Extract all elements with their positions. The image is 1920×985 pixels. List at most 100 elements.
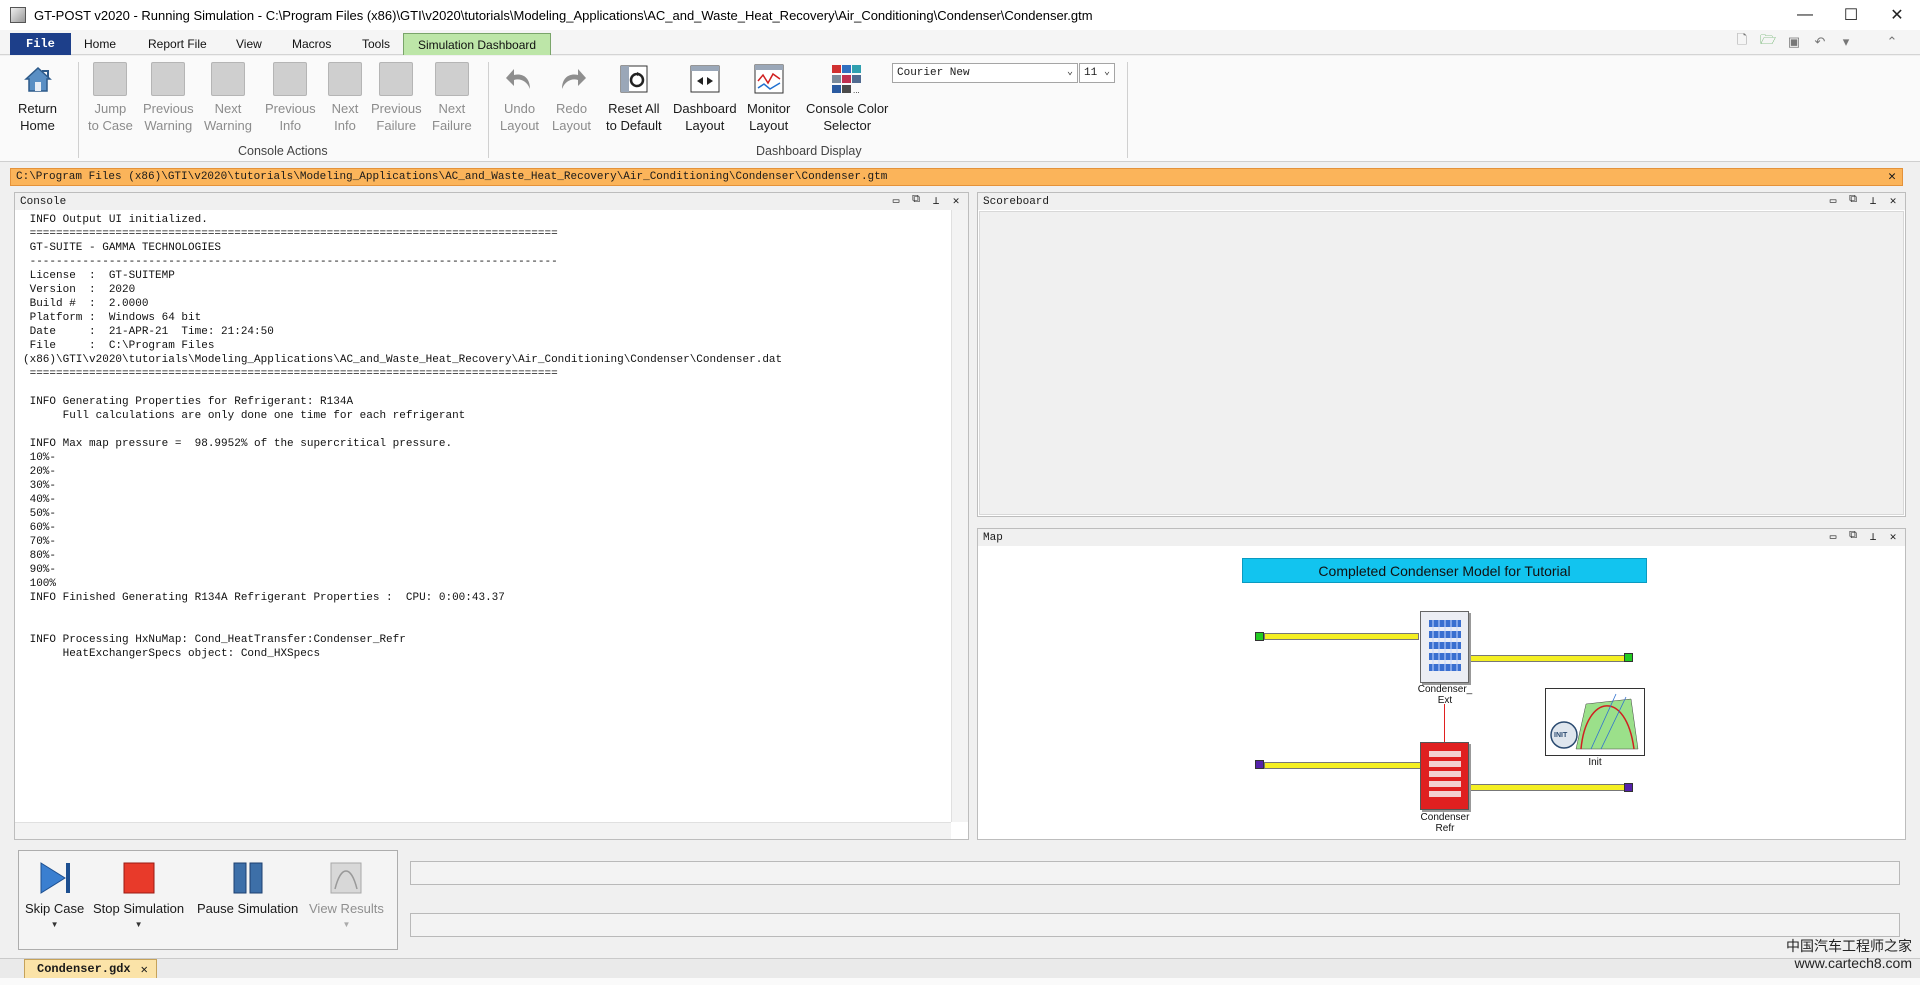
previous-info-label-2: Info [279, 118, 302, 133]
next-warning-button[interactable]: Next Warning [204, 62, 252, 134]
console-line: 60%- [23, 522, 57, 534]
undo-layout-button[interactable]: Undo Layout [500, 62, 539, 134]
ribbon: Return Home Jump to Case Previous Warnin… [0, 56, 1920, 162]
ext-outlet-tag[interactable] [1624, 653, 1633, 662]
minimize-panel-icon[interactable]: ▭ [1827, 530, 1839, 544]
previous-failure-button[interactable]: Previous Failure [371, 62, 422, 134]
refr-inlet-pipe[interactable] [1264, 762, 1422, 769]
console-panel-header: Console ▭ ⧉ ⊥ ✕ [15, 193, 968, 210]
condenser-ext-block[interactable] [1420, 611, 1469, 683]
init-badge-text: INIT [1554, 732, 1568, 739]
close-icon[interactable]: ✕ [141, 962, 148, 977]
font-size-value: 11 [1084, 67, 1098, 79]
pin-icon[interactable]: ⊥ [1867, 530, 1879, 544]
ribbon-tab-bar: File Home Report File View Macros Tools … [0, 30, 1920, 55]
monitor-layout-label-1: Monitor [747, 101, 791, 116]
next-warning-label-2: Warning [204, 118, 252, 133]
previous-info-button[interactable]: Previous Info [265, 62, 316, 134]
next-info-label-2: Info [334, 118, 356, 133]
restore-panel-icon[interactable]: ⧉ [1847, 194, 1859, 208]
chevron-down-icon[interactable]: ▼ [51, 920, 59, 929]
console-color-selector-button[interactable]: ... Console Color Selector [806, 62, 888, 134]
reset-all-to-default-button[interactable]: Reset All to Default [606, 62, 662, 134]
tab-tools[interactable]: Tools [348, 33, 404, 55]
thermal-link [1444, 704, 1445, 742]
horizontal-scrollbar[interactable] [15, 822, 951, 839]
return-home-button[interactable]: Return Home [18, 62, 57, 134]
customize-toolbar-icon[interactable]: ▾ [1838, 34, 1854, 50]
console-line: Build # : 2.0000 [23, 298, 149, 310]
stop-simulation-button[interactable]: Stop Simulation ▼ [93, 861, 184, 929]
refr-inlet-tag[interactable] [1255, 760, 1264, 769]
new-file-icon[interactable]: 🗋 [1734, 32, 1750, 50]
tab-macros[interactable]: Macros [278, 33, 345, 55]
monitor-layout-button[interactable]: Monitor Layout [747, 62, 790, 134]
console-line: 80%- [23, 550, 57, 562]
pin-icon[interactable]: ⊥ [1867, 194, 1879, 208]
font-name-select[interactable]: Courier New ⌄ [892, 63, 1078, 83]
tab-home[interactable]: Home [70, 33, 130, 55]
ext-inlet-pipe[interactable] [1264, 633, 1419, 640]
tab-view[interactable]: View [222, 33, 276, 55]
console-line: ========================================… [23, 368, 558, 380]
next-info-button[interactable]: Next Info [328, 62, 362, 134]
ext-inlet-tag[interactable] [1255, 632, 1264, 641]
view-results-icon [329, 861, 363, 895]
console-line: INFO Generating Properties for Refrigera… [23, 396, 354, 408]
init-block[interactable]: INIT [1545, 688, 1645, 756]
document-tab[interactable]: Condenser.gdx ✕ [24, 959, 157, 979]
maximize-button[interactable]: ☐ [1828, 0, 1874, 30]
previous-warning-button[interactable]: Previous Warning [143, 62, 194, 134]
minimize-panel-icon[interactable]: ▭ [890, 194, 902, 208]
close-panel-icon[interactable]: ✕ [950, 194, 962, 208]
next-info-label-1: Next [331, 101, 359, 116]
skip-case-button[interactable]: Skip Case ▼ [25, 861, 84, 929]
console-line: ========================================… [23, 228, 558, 240]
ext-outlet-pipe[interactable] [1470, 655, 1626, 662]
quick-access-toolbar: 🗋 🗁 ▣ ↶ ▾ ⌃ [1734, 32, 1900, 50]
jump-to-case-button[interactable]: Jump to Case [88, 62, 133, 134]
minimize-button[interactable]: — [1782, 0, 1828, 30]
map-diagram-title: Completed Condenser Model for Tutorial [1242, 558, 1647, 583]
refr-outlet-pipe[interactable] [1470, 784, 1626, 791]
previous-failure-icon [379, 62, 414, 96]
undo-icon[interactable]: ↶ [1812, 34, 1828, 50]
collapse-ribbon-icon[interactable]: ⌃ [1884, 34, 1900, 50]
reset-all-label-1: Reset All [608, 101, 660, 116]
open-file-icon[interactable]: 🗁 [1760, 32, 1776, 50]
console-output[interactable]: INFO Output UI initialized. ============… [23, 213, 963, 843]
close-icon[interactable]: ✕ [1888, 169, 1896, 184]
undo-layout-label-1: Undo [503, 101, 536, 116]
vertical-scrollbar[interactable] [951, 210, 968, 822]
console-line: 90%- [23, 564, 57, 576]
minimize-panel-icon[interactable]: ▭ [1827, 194, 1839, 208]
tab-file[interactable]: File [10, 33, 71, 55]
console-line: ----------------------------------------… [23, 256, 558, 268]
scoreboard-title: Scoreboard [983, 195, 1050, 208]
restore-panel-icon[interactable]: ⧉ [910, 194, 922, 208]
pause-simulation-button[interactable]: Pause Simulation [197, 861, 298, 916]
redo-layout-button[interactable]: Redo Layout [552, 62, 591, 134]
close-window-button[interactable]: ✕ [1874, 0, 1920, 30]
close-panel-icon[interactable]: ✕ [1887, 530, 1899, 544]
window-title: GT-POST v2020 - Running Simulation - C:\… [34, 7, 1093, 23]
next-failure-label-1: Next [438, 101, 466, 116]
refr-outlet-tag[interactable] [1624, 783, 1633, 792]
view-results-button[interactable]: View Results ▼ [309, 861, 384, 929]
pin-icon[interactable]: ⊥ [930, 194, 942, 208]
dashboard-layout-button[interactable]: Dashboard Layout [673, 62, 737, 134]
restore-panel-icon[interactable]: ⧉ [1847, 530, 1859, 544]
save-icon[interactable]: ▣ [1786, 34, 1802, 50]
close-panel-icon[interactable]: ✕ [1887, 194, 1899, 208]
next-failure-button[interactable]: Next Failure [432, 62, 472, 134]
file-path-bar: C:\Program Files (x86)\GTI\v2020\tutoria… [10, 168, 1903, 186]
condenser-refr-block[interactable] [1420, 742, 1469, 810]
tab-report-file[interactable]: Report File [134, 33, 221, 55]
chevron-down-icon[interactable]: ▼ [135, 920, 143, 929]
tab-simulation-dashboard[interactable]: Simulation Dashboard [403, 33, 552, 55]
font-size-select[interactable]: 11 ⌄ [1079, 63, 1115, 83]
jump-icon [93, 62, 128, 96]
